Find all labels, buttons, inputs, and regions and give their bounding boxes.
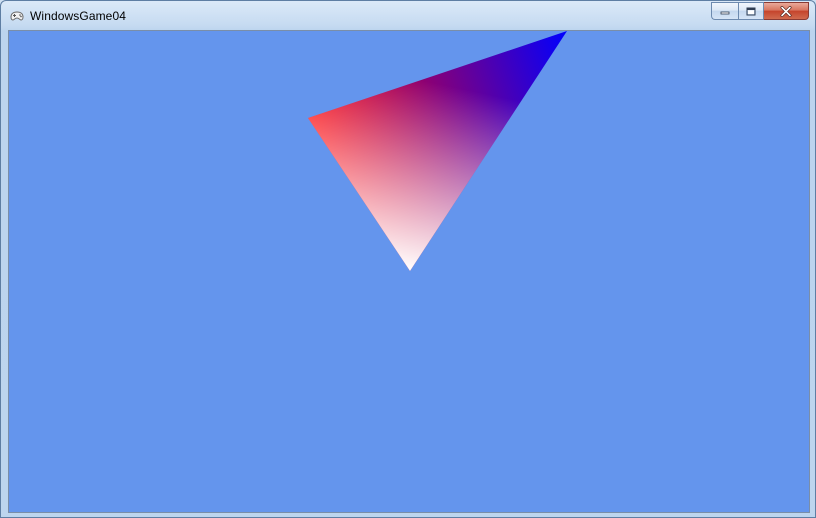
minimize-button[interactable] bbox=[711, 2, 738, 20]
gradient-triangle bbox=[308, 31, 567, 271]
window-title: WindowsGame04 bbox=[30, 9, 127, 23]
maximize-icon bbox=[746, 7, 756, 15]
caption-buttons bbox=[711, 2, 809, 21]
scene-canvas bbox=[308, 31, 567, 271]
title-bar[interactable]: WindowsGame04 bbox=[1, 1, 815, 30]
maximize-button[interactable] bbox=[738, 2, 764, 20]
gamepad-icon bbox=[9, 8, 25, 24]
close-button[interactable] bbox=[764, 2, 809, 20]
game-viewport[interactable] bbox=[8, 30, 810, 513]
minimize-icon bbox=[720, 11, 730, 15]
close-icon bbox=[780, 5, 792, 17]
game-window: WindowsGame04 bbox=[0, 0, 816, 518]
